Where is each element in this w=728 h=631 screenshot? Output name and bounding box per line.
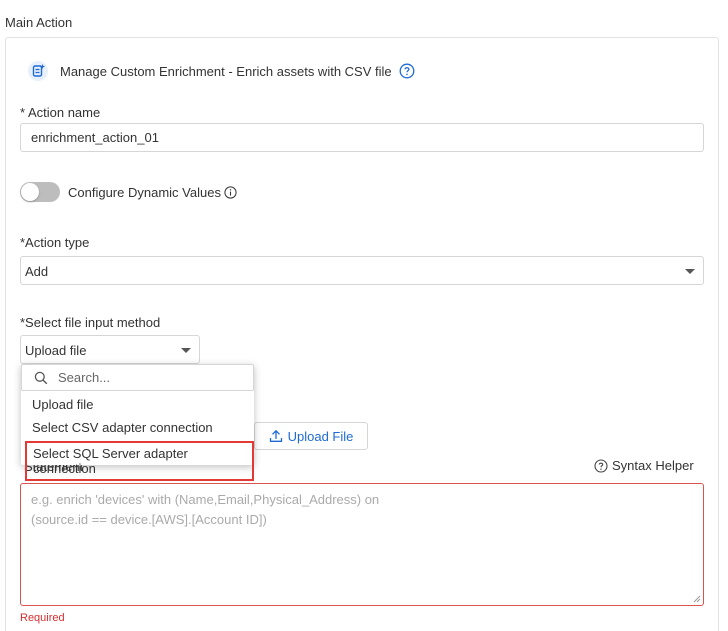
question-circle-icon[interactable] (399, 63, 415, 79)
enrichment-icon (28, 61, 48, 81)
dropdown-option-csv-adapter[interactable]: Select CSV adapter connection (32, 420, 213, 435)
dynamic-values-toggle[interactable] (20, 182, 60, 202)
dynamic-values-row: Configure Dynamic Values (68, 185, 237, 200)
info-icon[interactable] (224, 186, 237, 199)
action-type-label: *Action type (20, 235, 90, 250)
upload-file-label: Upload File (287, 428, 354, 444)
toggle-knob (21, 183, 39, 201)
action-type-value: Add (25, 264, 49, 279)
upload-file-button[interactable]: Upload File (254, 422, 368, 450)
search-icon (34, 371, 48, 384)
file-input-label: *Select file input method (20, 315, 161, 330)
statement-textarea[interactable]: e.g. enrich 'devices' with (Name,Email,P… (20, 483, 704, 606)
file-input-dropdown: Upload file Select CSV adapter connectio… (21, 364, 254, 481)
syntax-helper-label: Syntax Helper (612, 458, 694, 473)
dropdown-option-sql-server-adapter[interactable]: Select SQL Server adapter connection (25, 441, 254, 481)
section-title: Main Action (5, 15, 73, 30)
file-input-value: Upload file (25, 343, 87, 358)
file-input-select[interactable]: Upload file (20, 335, 200, 364)
action-header: Manage Custom Enrichment - Enrich assets… (27, 60, 415, 82)
action-name-input[interactable] (20, 123, 704, 152)
dropdown-search-input[interactable] (58, 370, 238, 385)
action-type-select[interactable]: Add (20, 256, 704, 285)
statement-placeholder-line2: (source.id == device.[AWS].[Account ID]) (31, 512, 267, 527)
action-name-label: * Action name (20, 105, 101, 120)
dropdown-option-upload-file[interactable]: Upload file (32, 397, 93, 412)
action-header-text: Manage Custom Enrichment - Enrich assets… (60, 63, 392, 79)
syntax-helper-link[interactable]: Syntax Helper (594, 458, 694, 473)
chevron-down-icon (181, 348, 191, 353)
dropdown-search (21, 364, 254, 391)
statement-error: Required (20, 612, 65, 624)
resize-grip-icon[interactable] (693, 595, 701, 603)
dynamic-values-label: Configure Dynamic Values (68, 185, 221, 200)
statement-placeholder-line1: e.g. enrich 'devices' with (Name,Email,P… (31, 492, 380, 507)
question-circle-icon (594, 458, 608, 473)
upload-icon (269, 429, 282, 442)
chevron-down-icon (685, 269, 695, 274)
